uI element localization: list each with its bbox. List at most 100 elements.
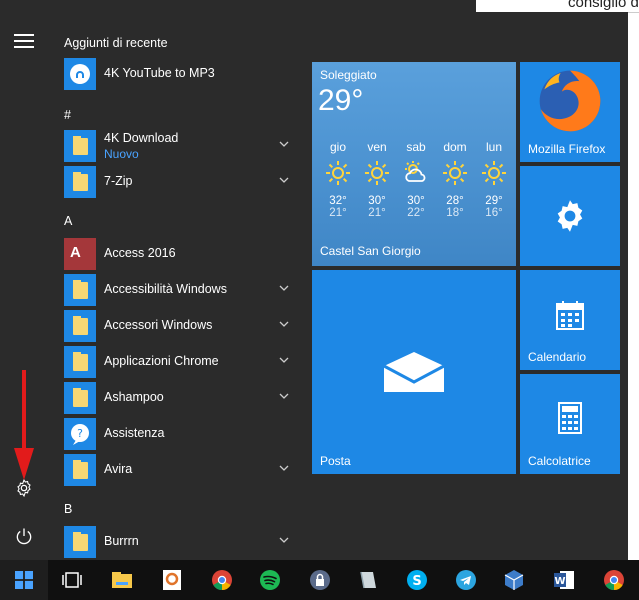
hamburger-icon[interactable]: [14, 34, 34, 50]
app-burrrn[interactable]: Burrrn: [64, 526, 290, 560]
app-access-2016[interactable]: A Access 2016: [64, 238, 290, 272]
app-name: Access 2016: [104, 246, 176, 260]
mail-icon: [383, 352, 445, 392]
chevron-down-icon[interactable]: [278, 390, 290, 402]
svg-text:?: ?: [77, 427, 83, 440]
folder-icon: [64, 166, 96, 198]
tile-label: Mozilla Firefox: [528, 142, 606, 156]
app-name: 7-Zip: [104, 174, 133, 188]
app-name: 4K Download: [104, 131, 179, 145]
chevron-down-icon[interactable]: [278, 462, 290, 474]
windows-logo-icon: [15, 571, 33, 589]
svg-text:W: W: [554, 576, 565, 587]
calculator-icon: [558, 402, 582, 434]
partly-cloudy-icon: [405, 161, 426, 182]
folder-icon: [64, 526, 96, 558]
image-viewer-icon[interactable]: [160, 568, 184, 592]
app-4k-download[interactable]: 4K Download Nuovo: [64, 130, 290, 164]
settings-tile[interactable]: [520, 166, 620, 266]
start-menu: Aggiunti di recente 4K YouTube to MP3 # …: [0, 12, 628, 560]
firefox-tile[interactable]: Mozilla Firefox: [520, 62, 620, 162]
app-name: 4K YouTube to MP3: [104, 66, 215, 80]
task-view-icon[interactable]: [60, 568, 84, 592]
forecast-day: sab 30° 22°: [396, 140, 436, 219]
forecast-high: 30°: [368, 195, 386, 207]
telegram-icon[interactable]: [454, 568, 478, 592]
forecast-high: 30°: [407, 195, 425, 207]
letter-header-a[interactable]: A: [64, 214, 72, 228]
app-name: Assistenza: [104, 426, 165, 440]
forecast-day: lun 29° 16°: [474, 140, 514, 219]
forecast-day-name: ven: [367, 140, 387, 154]
chevron-down-icon[interactable]: [278, 282, 290, 294]
forecast-day-name: gio: [329, 140, 346, 154]
chevron-down-icon[interactable]: [278, 534, 290, 546]
app-name: Accessibilità Windows: [104, 282, 227, 296]
notes-app-icon[interactable]: [356, 568, 380, 592]
folder-icon: [64, 130, 96, 162]
file-explorer-icon[interactable]: [110, 568, 134, 592]
svg-text:S: S: [412, 574, 421, 589]
chrome-icon[interactable]: [210, 568, 234, 592]
start-button[interactable]: [0, 560, 48, 600]
app-name: Ashampoo: [104, 390, 164, 404]
tile-label: Calcolatrice: [528, 454, 591, 468]
virtualbox-icon[interactable]: [502, 568, 526, 592]
sun-icon: [443, 161, 467, 185]
forecast-high: 32°: [329, 195, 347, 207]
app-accessibilita-windows[interactable]: Accessibilità Windows: [64, 274, 290, 308]
letter-header-hash[interactable]: #: [64, 108, 71, 122]
sun-icon: [326, 161, 350, 185]
app-4k-youtube-to-mp3[interactable]: 4K YouTube to MP3: [64, 58, 290, 92]
forecast-day-name: lun: [485, 140, 502, 154]
weather-location: Castel San Giorgio: [320, 244, 421, 258]
app-assistenza[interactable]: ? Assistenza: [64, 418, 290, 452]
access-icon: A: [64, 238, 96, 270]
calendar-tile[interactable]: Calendario: [520, 270, 620, 370]
firefox-icon: [539, 70, 601, 132]
spotify-icon[interactable]: [258, 568, 282, 592]
chevron-down-icon[interactable]: [278, 318, 290, 330]
sun-icon: [482, 161, 506, 185]
app-list: Aggiunti di recente 4K YouTube to MP3 # …: [48, 12, 300, 560]
weather-tile[interactable]: Soleggiato 29° gio 32° 21° ven 30° 21° s…: [312, 62, 516, 266]
calendar-icon: [556, 301, 584, 330]
calculator-tile[interactable]: Calcolatrice: [520, 374, 620, 474]
app-ashampoo[interactable]: Ashampoo: [64, 382, 290, 416]
forecast-low: 21°: [368, 207, 386, 219]
app-applicazioni-chrome[interactable]: Applicazioni Chrome: [64, 346, 290, 380]
chevron-down-icon[interactable]: [278, 138, 290, 150]
word-icon[interactable]: W: [552, 568, 576, 592]
folder-icon: [64, 310, 96, 342]
gear-icon: [557, 200, 583, 232]
4k-youtube-mp3-icon: [64, 58, 96, 90]
chevron-down-icon[interactable]: [278, 354, 290, 366]
chevron-down-icon[interactable]: [278, 174, 290, 186]
forecast-day: gio 32° 21°: [318, 140, 358, 219]
app-name: Applicazioni Chrome: [104, 354, 219, 368]
forecast-low: 21°: [329, 207, 347, 219]
folder-icon: [64, 274, 96, 306]
weather-temp: 29°: [318, 84, 364, 117]
app-7-zip[interactable]: 7-Zip: [64, 166, 290, 200]
forecast-low: 16°: [485, 207, 503, 219]
red-arrow-annotation: [14, 370, 34, 480]
chrome-icon[interactable]: [602, 568, 626, 592]
letter-header-b[interactable]: B: [64, 502, 72, 516]
forecast-high: 28°: [446, 195, 464, 207]
forecast-high: 29°: [485, 195, 503, 207]
tile-label: Calendario: [528, 350, 587, 364]
mail-tile[interactable]: Posta: [312, 270, 516, 474]
forecast-day: dom 28° 18°: [435, 140, 475, 219]
weather-condition: Soleggiato: [320, 68, 377, 82]
forecast-day-name: sab: [406, 140, 426, 154]
skype-icon[interactable]: S: [405, 568, 429, 592]
app-name: Avira: [104, 462, 133, 476]
forecast-low: 22°: [407, 207, 425, 219]
app-avira[interactable]: Avira: [64, 454, 290, 488]
folder-icon: [64, 382, 96, 414]
power-icon[interactable]: [14, 526, 34, 546]
app-accessori-windows[interactable]: Accessori Windows: [64, 310, 290, 344]
new-badge: Nuovo: [104, 147, 139, 161]
vpn-lock-icon[interactable]: [308, 568, 332, 592]
